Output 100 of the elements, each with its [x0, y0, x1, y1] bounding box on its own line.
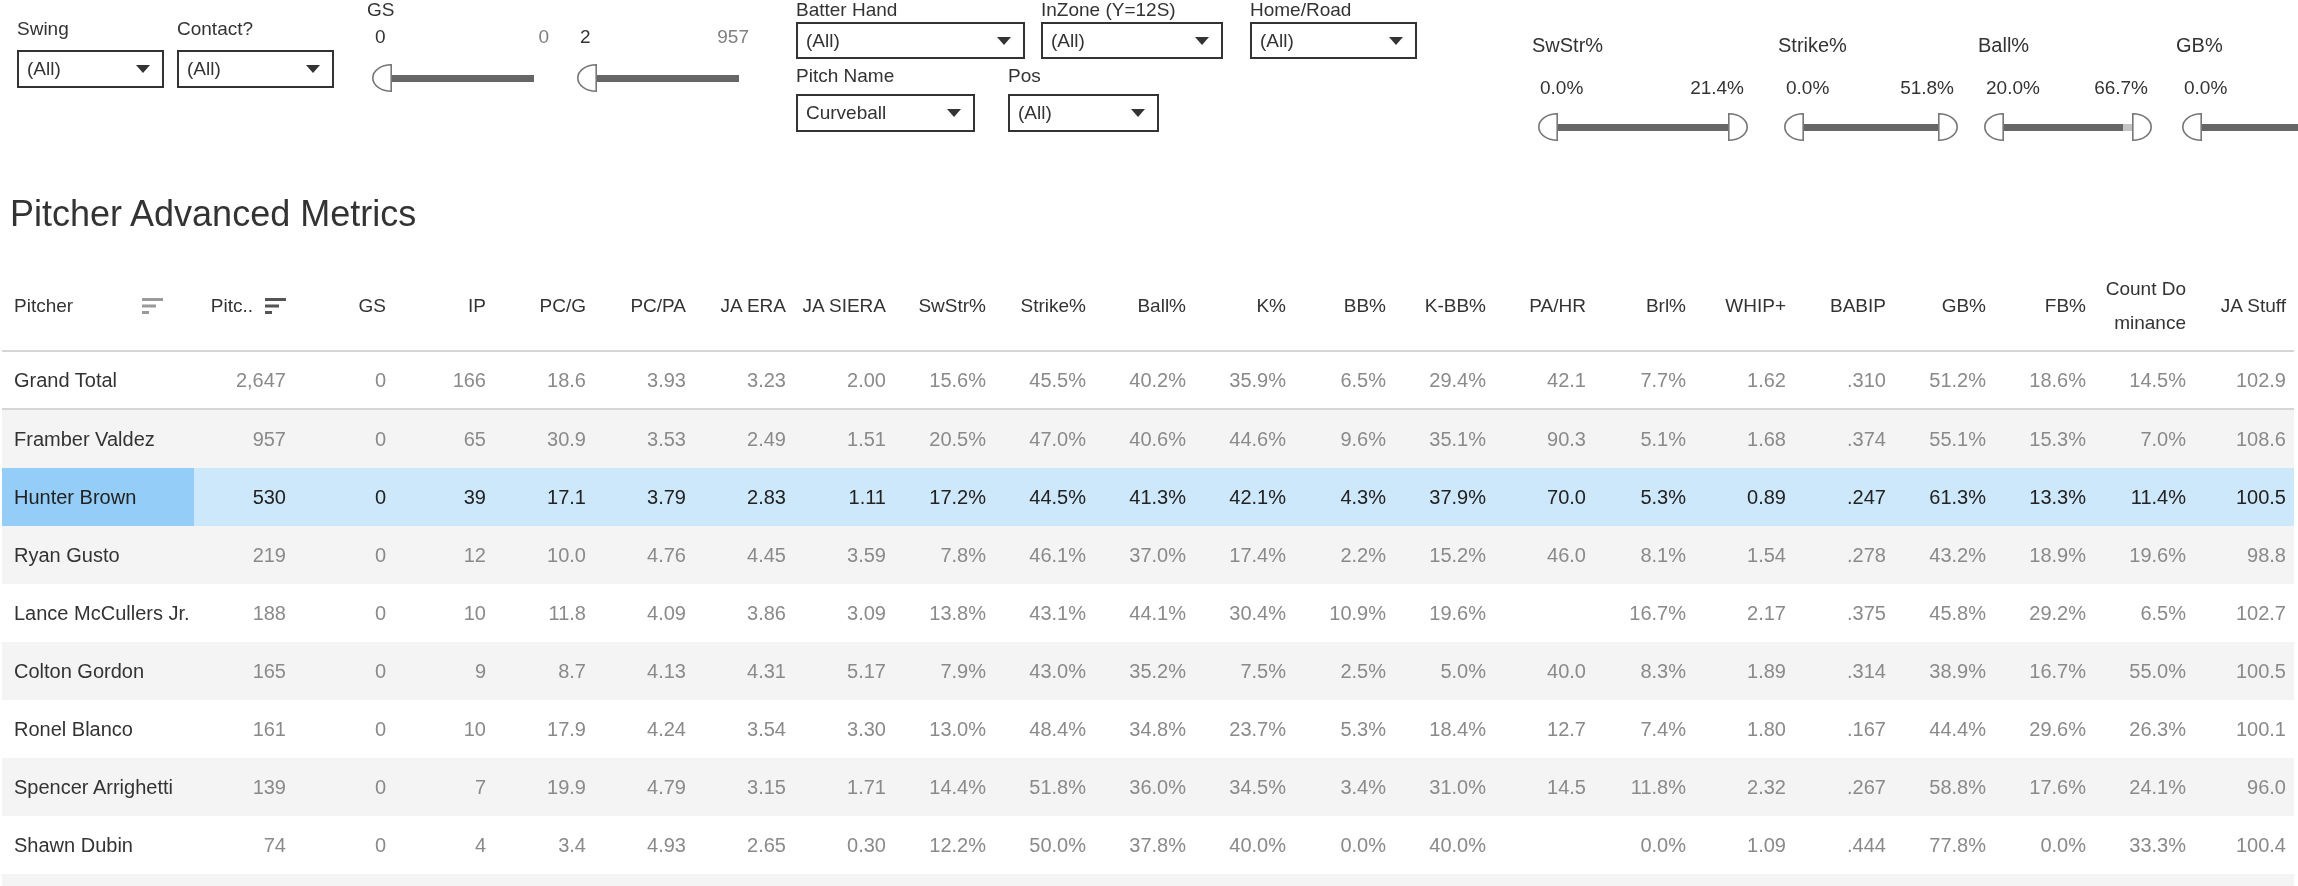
table-cell-text: 12.7 [1546, 716, 1587, 742]
table-cell-text: 5.0% [1439, 658, 1487, 684]
table-cell-text: 4.93 [646, 832, 687, 858]
row-header-cell[interactable]: Grand Total [2, 352, 194, 408]
table-cell-text: 77.8% [1928, 832, 1987, 858]
table-cell-text: 33.3% [2128, 832, 2187, 858]
table-cell-text: 43.0% [1028, 658, 1087, 684]
column-header: Pitcher [14, 294, 74, 318]
table-cell-text: 14.5 [1546, 774, 1587, 800]
table-cell-text: 37.8% [1128, 832, 1187, 858]
row-header-cell[interactable]: Ryan Gusto [2, 526, 194, 584]
table-cell-text: 3.4% [1339, 774, 1387, 800]
table-cell-text: 1.68 [1746, 426, 1787, 452]
table-cell-text: 16.7% [1628, 600, 1687, 626]
table-cell-text: 40.0% [1428, 832, 1487, 858]
dropdown[interactable]: (All) [796, 22, 1025, 59]
table-cell-text: 51.2% [1928, 367, 1987, 393]
table-cell-text: 24.1% [2128, 774, 2187, 800]
table-cell-text: 1.71 [846, 774, 887, 800]
range-min-value: 2 [580, 26, 591, 48]
table-cell-text: 10 [462, 600, 487, 626]
table-cell-text: 11.8% [1629, 774, 1687, 800]
table-row[interactable]: Framber Valdez 957 0 65 30.9 3.53 2.49 1.51 20.5% 47.0% 40.6% 44.6% 9.6% 35.1% 90.3 5.1% 1.68 .374 55.1% 15.3% 7.0% 108.6 [2, 410, 2294, 468]
table-cell-text: 4.3% [1339, 484, 1387, 510]
dropdown[interactable]: (All) [1008, 94, 1159, 132]
row-header-cell[interactable]: Spencer Arrighetti [2, 758, 194, 816]
slider-handle[interactable] [2182, 113, 2202, 141]
filter-label: Pitch Name [796, 64, 895, 88]
row-header-cell[interactable]: Hunter Brown [2, 468, 194, 526]
table-cell-text: 0 [373, 832, 387, 858]
table-cell-text: 70.0 [1546, 484, 1587, 510]
column-header: SwStr% [918, 294, 986, 318]
table-cell-text: 17.4% [1228, 542, 1287, 568]
table-cell-text: 0 [373, 542, 387, 568]
dropdown[interactable]: (All) [1041, 22, 1223, 59]
table-cell-text: 41.3% [1128, 484, 1187, 510]
slider-handle[interactable] [1784, 113, 1804, 141]
dropdown[interactable]: (All) [177, 50, 334, 88]
slider-handle[interactable] [1984, 113, 2004, 141]
table-cell-text: 165 [251, 658, 287, 684]
table-cell-text: 530 [251, 484, 287, 510]
table-cell-text: 15.6% [928, 367, 987, 393]
slider-handle[interactable] [372, 64, 392, 92]
table-row[interactable]: Ryan Gusto 219 0 12 10.0 4.76 4.45 3.59 7.8% 46.1% 37.0% 17.4% 2.2% 15.2% 46.0 8.1% 1.54 .278 43.2% 18.9% 19.6% 98.8 [2, 526, 2294, 584]
slider-handle[interactable] [577, 64, 597, 92]
row-header-cell[interactable]: Ronel Blanco [2, 700, 194, 758]
table-cell-text: 29.6% [2028, 716, 2087, 742]
table-cell-text: 9 [473, 658, 487, 684]
table-cell-text: 0 [373, 716, 387, 742]
table-cell-text: 7.7% [1639, 367, 1687, 393]
dropdown[interactable]: (All) [17, 50, 164, 88]
caret-icon [306, 65, 320, 73]
table-cell-text: 38.9% [1928, 658, 1987, 684]
table-cell-text: 7.0% [2139, 426, 2187, 452]
slider-handle[interactable] [1728, 113, 1748, 141]
column-header: K-BB% [1424, 294, 1486, 318]
table-cell-text: 19.6% [2128, 542, 2187, 568]
table-cell-text: 55.1% [1928, 426, 1987, 452]
table-cell-text: 19.9 [546, 774, 587, 800]
table-cell-text: 4.31 [746, 658, 787, 684]
table-row[interactable]: Colton Gordon 165 0 9 8.7 4.13 4.31 5.17 7.9% 43.0% 35.2% 7.5% 2.5% 5.0% 40.0 8.3% 1.89 .314 38.9% 16.7% 55.0% 100.5 [2, 642, 2294, 700]
filter-label: SwStr% [1532, 33, 1604, 58]
table-cell-text: 65 [462, 426, 487, 452]
table-cell-text: 35.1% [1428, 426, 1487, 452]
table-cell-text: 18.6 [546, 367, 587, 393]
table-cell-text: 2.83 [746, 484, 787, 510]
table-cell-text: 100.5 [2234, 658, 2287, 684]
column-header: WHIP+ [1725, 294, 1786, 318]
dropdown[interactable]: Curveball [796, 94, 975, 132]
sort-icon[interactable] [265, 298, 286, 314]
table-cell-text: 10.0 [546, 542, 587, 568]
table-cell-text: 46.1% [1028, 542, 1087, 568]
slider-handle[interactable] [1938, 113, 1958, 141]
range-max-value: 957 [717, 26, 749, 48]
column-header: Ball% [1137, 294, 1186, 318]
table-cell-text: 15.2% [1428, 542, 1487, 568]
table-cell-text: 0.0% [2039, 832, 2087, 858]
row-header-cell[interactable]: Shawn Dubin [2, 816, 194, 874]
row-header-cell[interactable]: Framber Valdez [2, 410, 194, 468]
table-cell-text: 2.2% [1339, 542, 1387, 568]
filter-label: Swing [17, 17, 69, 41]
table-cell-text: 4.13 [646, 658, 687, 684]
table-cell-text: 48.4% [1028, 716, 1087, 742]
dropdown[interactable]: (All) [1250, 22, 1417, 59]
slider-handle[interactable] [1538, 113, 1558, 141]
row-header-cell[interactable]: Colton Gordon [2, 642, 194, 700]
table-cell-text: 9.6% [1339, 426, 1387, 452]
table-row[interactable]: Spencer Arrighetti 139 0 7 19.9 4.79 3.15 1.71 14.4% 51.8% 36.0% 34.5% 3.4% 31.0% 14.5 11.8% 2.32 .267 58.8% 17.6% 24.1% 96.0 [2, 758, 2294, 816]
table-cell-text: 5.17 [846, 658, 887, 684]
table-cell-text: 13.8% [928, 600, 987, 626]
table-cell-text: 29.2% [2028, 600, 2087, 626]
filter-label: Pos [1008, 64, 1041, 88]
row-header-cell[interactable]: Lance McCullers Jr. [2, 584, 194, 642]
table-cell-text: 4.24 [646, 716, 687, 742]
table-row[interactable]: Hunter Brown 530 0 39 17.1 3.79 2.83 1.11 17.2% 44.5% 41.3% 42.1% 4.3% 37.9% 70.0 5.3% 0.89 .247 61.3% 13.3% 11.4% 100.5 [2, 468, 2294, 526]
table-cell-text: 18.9% [2028, 542, 2087, 568]
table-cell-text: 100.4 [2234, 832, 2287, 858]
slider-handle[interactable] [2132, 113, 2152, 141]
table-cell-text: 15.3% [2028, 426, 2087, 452]
table-cell-text: 50.0% [1028, 832, 1087, 858]
